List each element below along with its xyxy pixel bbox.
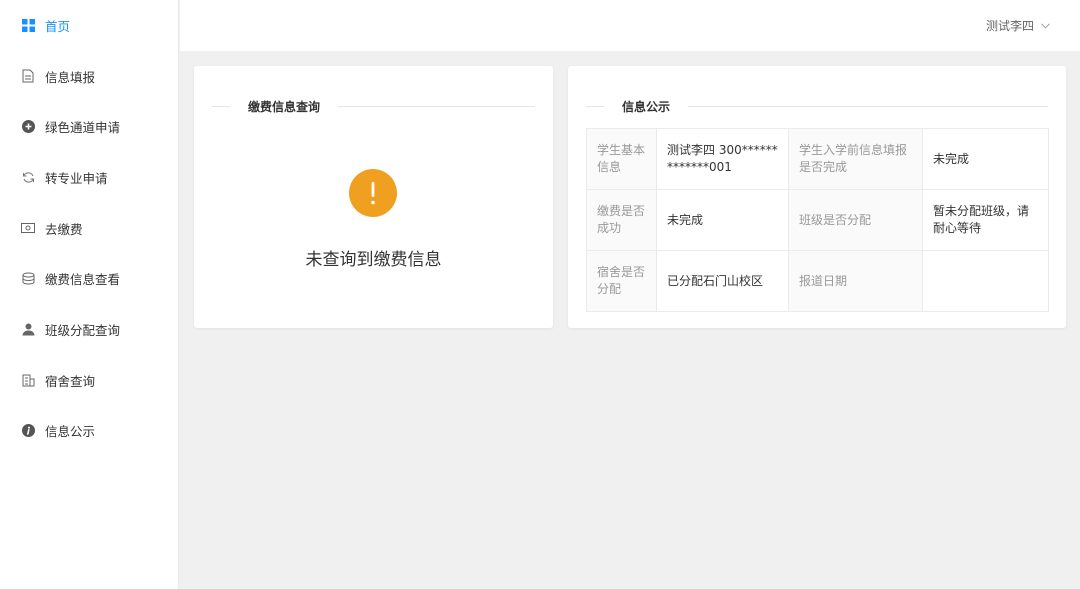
card-title: 缴费信息查询 (248, 99, 321, 114)
sidebar-item-info-fill[interactable]: 信息填报 (0, 51, 178, 102)
info-table: 学生基本信息 测试李四 300*************001 学生入学前信息填… (586, 128, 1049, 312)
empty-message: 未查询到缴费信息 (305, 250, 442, 270)
table-row: 缴费是否成功 未完成 班级是否分配 暂未分配班级，请耐心等待 (586, 189, 1049, 251)
sidebar-item-label: 去缴费 (45, 221, 83, 237)
sidebar-item-green-channel[interactable]: 绿色通道申请 (0, 101, 178, 152)
sidebar: 首页 信息填报 绿色通道申请 转专业申请 去缴费 缴费信息查看 班级分配查询 宿… (0, 0, 179, 589)
user-menu[interactable]: 测试李四 (986, 0, 1050, 51)
database-icon (21, 272, 35, 286)
sidebar-item-home[interactable]: 首页 (0, 0, 178, 51)
card-title-divider: 信息公示 (586, 97, 1048, 115)
chevron-down-icon (1041, 22, 1050, 29)
sidebar-item-label: 宿舍查询 (45, 373, 96, 389)
sidebar-item-label: 转专业申请 (45, 170, 108, 186)
sidebar-item-label: 信息填报 (45, 69, 96, 85)
table-value-cell: 未完成 (922, 128, 1049, 190)
info-icon (21, 424, 35, 438)
sidebar-item-class-query[interactable]: 班级分配查询 (0, 304, 178, 355)
sidebar-item-label: 缴费信息查看 (45, 272, 121, 288)
info-notice-card: 信息公示 学生基本信息 测试李四 300*************001 学生入… (568, 66, 1066, 328)
top-header: 测试李四 (180, 0, 1080, 51)
building-icon (21, 373, 35, 387)
sidebar-item-label: 班级分配查询 (45, 322, 121, 338)
sidebar-item-payment-info[interactable]: 缴费信息查看 (0, 253, 178, 304)
banknote-icon (21, 221, 35, 235)
sidebar-item-change-major[interactable]: 转专业申请 (0, 152, 178, 203)
refresh-icon (21, 170, 35, 184)
sidebar-item-pay[interactable]: 去缴费 (0, 203, 178, 254)
table-value-cell: 测试李四 300*************001 (656, 128, 789, 190)
username: 测试李四 (985, 19, 1034, 33)
document-icon (21, 69, 35, 83)
sidebar-item-label: 信息公示 (45, 424, 96, 440)
table-value-cell (922, 250, 1049, 312)
exclamation-icon (349, 169, 397, 217)
table-label-cell: 缴费是否成功 (586, 189, 657, 251)
table-label-cell: 班级是否分配 (788, 189, 923, 251)
table-value-cell: 暂未分配班级，请耐心等待 (922, 189, 1049, 251)
sidebar-item-info-notice[interactable]: 信息公示 (0, 406, 178, 457)
table-label-cell: 报道日期 (788, 250, 923, 312)
sidebar-item-dorm-query[interactable]: 宿舍查询 (0, 355, 178, 406)
user-icon (21, 322, 35, 336)
sidebar-item-label: 绿色通道申请 (45, 120, 121, 136)
grid-icon (21, 18, 35, 32)
table-row: 宿舍是否分配 已分配石门山校区 报道日期 (586, 250, 1049, 312)
card-title-divider: 缴费信息查询 (212, 97, 535, 115)
sidebar-item-label: 首页 (45, 18, 71, 34)
card-title: 信息公示 (622, 99, 671, 114)
payment-query-card: 缴费信息查询 未查询到缴费信息 (194, 66, 553, 328)
table-label-cell: 学生入学前信息填报是否完成 (788, 128, 923, 190)
table-label-cell: 学生基本信息 (586, 128, 657, 190)
table-row: 学生基本信息 测试李四 300*************001 学生入学前信息填… (586, 128, 1049, 190)
circle-plus-icon (21, 120, 35, 134)
table-label-cell: 宿舍是否分配 (586, 250, 657, 312)
table-value-cell: 已分配石门山校区 (656, 250, 789, 312)
table-value-cell: 未完成 (656, 189, 789, 251)
